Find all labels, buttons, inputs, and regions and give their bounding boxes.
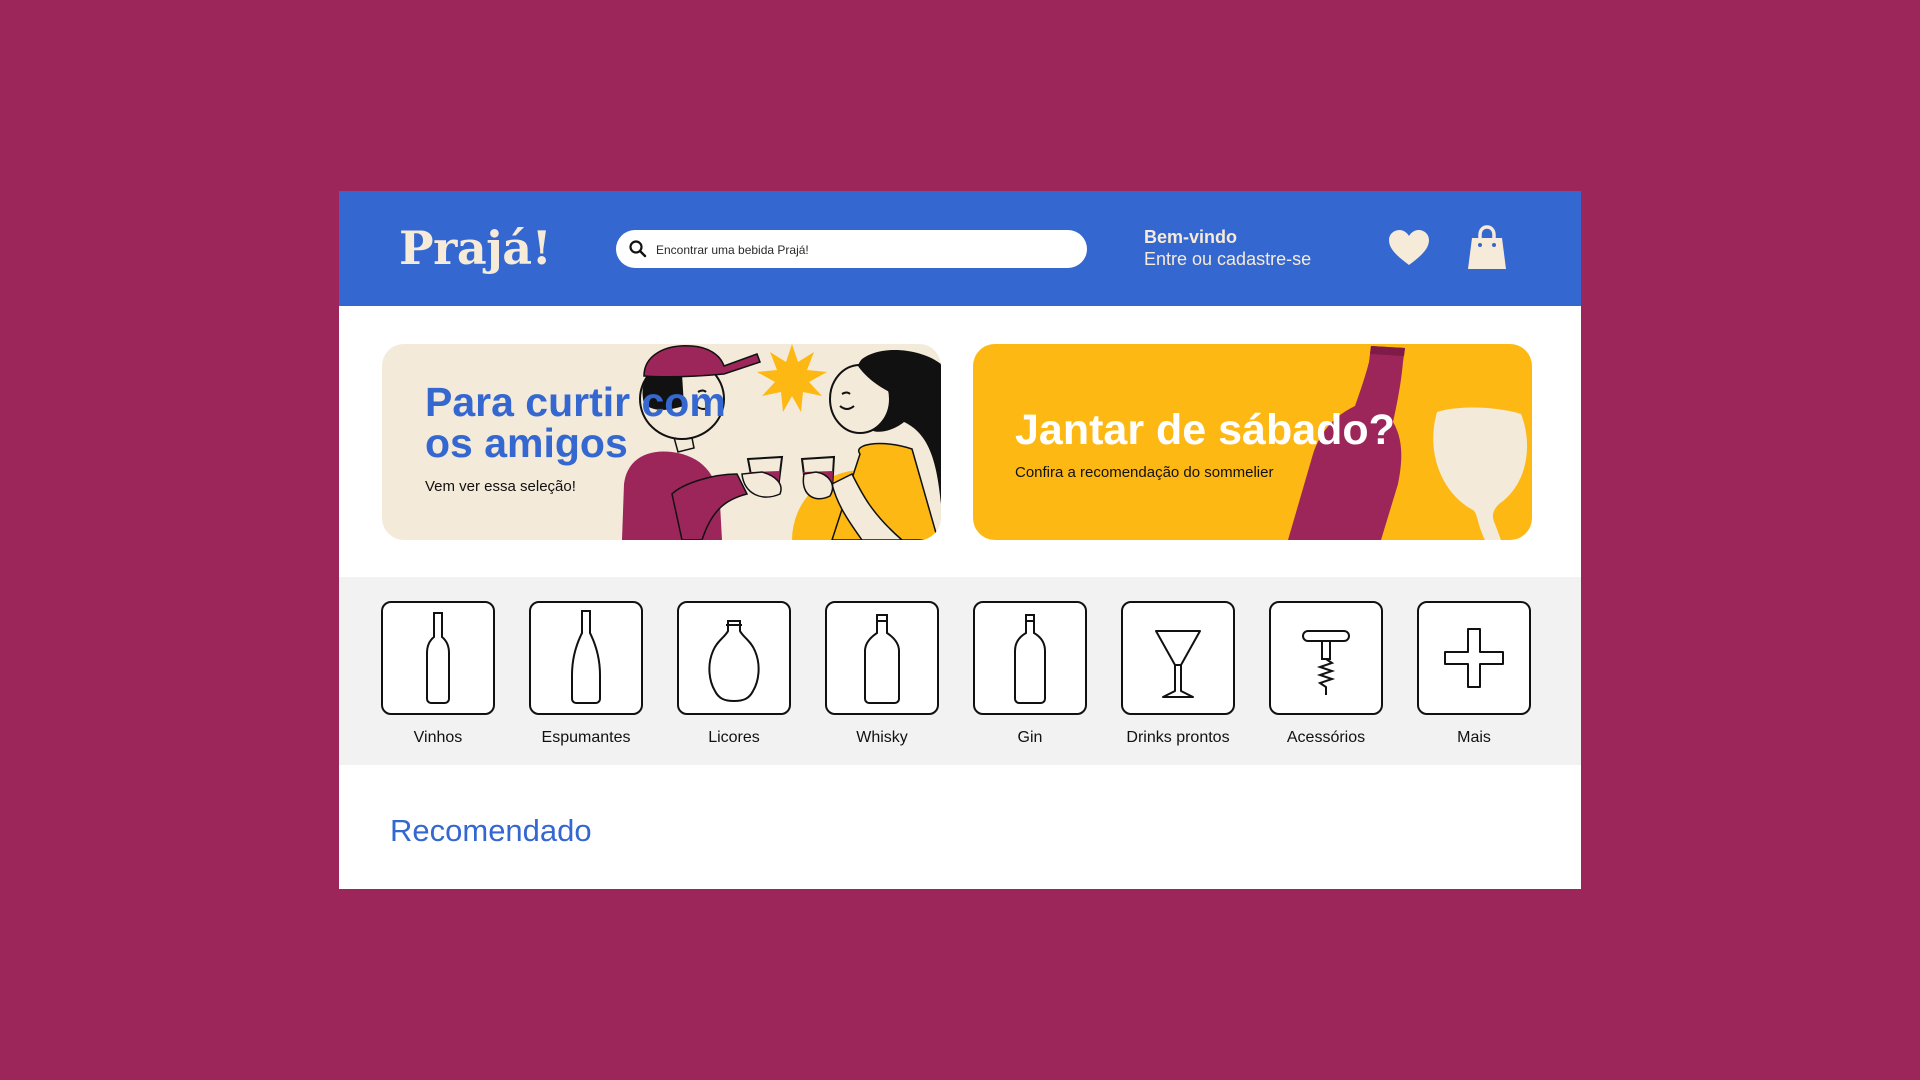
plus-icon [1444,628,1504,688]
category-tile[interactable] [1269,601,1383,715]
welcome-text: Bem-vindo [1144,227,1238,247]
category-espumantes[interactable]: Espumantes [529,601,643,747]
category-licores[interactable]: Licores [677,601,791,747]
category-label: Mais [1457,729,1491,746]
category-label: Gin [1017,729,1043,746]
category-whisky[interactable]: Whisky [825,601,939,747]
category-label: Licores [708,729,760,746]
banner-subtitle: Vem ver essa seleção! [425,478,576,495]
whisky-bottle-icon [864,614,900,704]
category-label: Drinks prontos [1126,729,1230,746]
account-link[interactable]: Bem-vindo Entre ou cadastre-se [1144,226,1311,270]
category-strip: Vinhos Espumantes Licores Whisky Gin Dri… [339,577,1581,765]
promo-banner-friends[interactable]: Para curtir com os amigos Vem ver essa s… [382,344,941,540]
category-mais[interactable]: Mais [1417,601,1531,747]
section-title: Recomendado [390,813,592,848]
wine-bottle-icon [426,612,450,704]
promo-banner-dinner[interactable]: Jantar de sábado? Confira a recomendação… [973,344,1532,540]
banner-subtitle: Confira a recomendação do sommelier [1015,464,1274,481]
sparkling-bottle-icon [571,610,601,704]
category-label: Acessórios [1286,729,1366,746]
category-acessorios[interactable]: Acessórios [1269,601,1383,747]
top-bar: Prajá! Bem-vindo Entre ou cadastre-se [339,191,1581,306]
app-window: Prajá! Bem-vindo Entre ou cadastre-se [339,191,1581,889]
category-gin[interactable]: Gin [973,601,1087,747]
login-link[interactable]: Entre ou cadastre-se [1144,248,1311,270]
corkscrew-icon [1302,630,1350,695]
shopping-bag-icon[interactable] [1466,225,1508,271]
logo[interactable]: Prajá! [399,221,552,275]
banner-title: Jantar de sábado? [1015,406,1395,454]
category-tile[interactable] [677,601,791,715]
search-bar[interactable] [616,230,1087,268]
liqueur-flask-icon [708,620,760,703]
banner-title: Para curtir com os amigos [425,379,726,466]
category-vinhos[interactable]: Vinhos [381,601,495,747]
category-label: Whisky [856,729,908,746]
cocktail-glass-icon [1155,630,1201,698]
heart-icon[interactable] [1387,229,1431,267]
category-tile[interactable] [1121,601,1235,715]
category-label: Vinhos [413,729,463,746]
category-tile[interactable] [381,601,495,715]
search-input[interactable] [654,236,1078,264]
gin-bottle-icon [1014,614,1046,704]
category-tile[interactable] [825,601,939,715]
category-tile[interactable] [973,601,1087,715]
search-icon [629,240,647,258]
category-tile[interactable] [529,601,643,715]
category-tile[interactable] [1417,601,1531,715]
category-drinks-prontos[interactable]: Drinks prontos [1121,601,1235,747]
category-label: Espumantes [541,729,631,746]
